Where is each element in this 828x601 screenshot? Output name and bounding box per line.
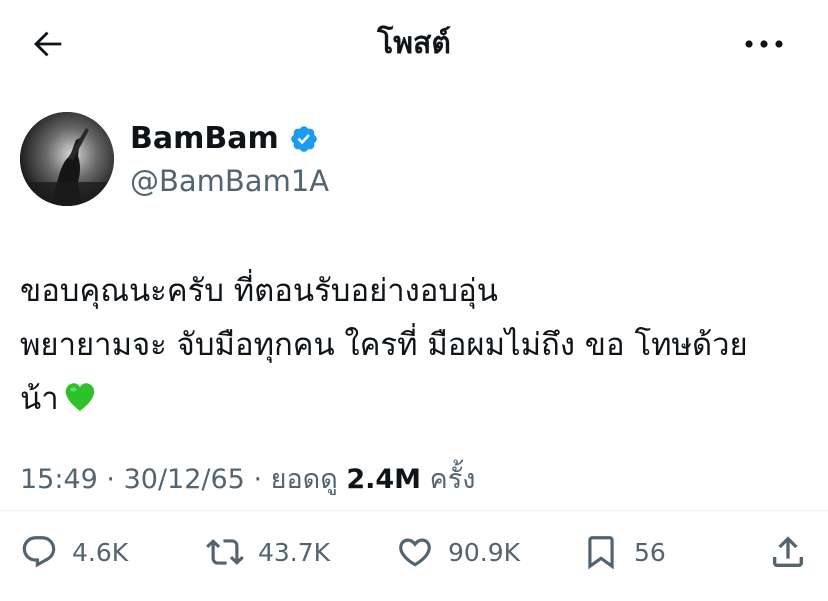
reply-button[interactable]: 4.6K (20, 526, 128, 578)
tweet-line: พยายามจะ จับมือทุกคน ใครที่ มือผมไม่ถึง … (20, 327, 748, 363)
bookmark-icon (588, 536, 614, 570)
repost-icon (206, 539, 244, 565)
tweet-date[interactable]: 30/12/65 (124, 464, 245, 495)
more-dots-icon (745, 40, 783, 48)
author-name-row[interactable]: BamBam (130, 118, 319, 160)
author-handle[interactable]: @BamBam1A (130, 160, 329, 202)
verified-badge-icon (289, 124, 319, 154)
author-display-name[interactable]: BamBam (130, 118, 279, 160)
reply-icon (22, 536, 56, 568)
page-title: โพสต์ (377, 26, 451, 61)
avatar-image (20, 112, 114, 206)
tweet-text: ขอบคุณนะครับ ที่ตอนรับอย่างอบอุ่น พยายาม… (20, 264, 820, 426)
meta-separator: · (253, 464, 263, 495)
bookmark-count: 56 (634, 537, 666, 567)
views-label: ยอดดู (270, 464, 338, 495)
meta-separator: · (106, 464, 115, 495)
heart-outline-icon (399, 538, 431, 567)
views-suffix: ครั้ง (429, 464, 476, 495)
bookmark-button[interactable]: 56 (582, 526, 666, 578)
tweet-line: ขอบคุณนะครับ ที่ตอนรับอย่างอบอุ่น (20, 273, 498, 309)
like-count: 90.9K (448, 537, 521, 567)
tweet-line-text: น้า (20, 381, 59, 417)
action-bar: 4.6K 43.7K 90.9K 56 (0, 526, 828, 578)
green-heart-icon (63, 380, 97, 414)
like-button[interactable]: 90.9K (396, 526, 520, 578)
repost-button[interactable]: 43.7K (206, 526, 330, 578)
avatar[interactable] (20, 112, 114, 206)
repost-count: 43.7K (258, 537, 331, 567)
tweet-meta: 15:49 · 30/12/65 · ยอดดู 2.4M ครั้ง (20, 460, 475, 500)
tweet-time[interactable]: 15:49 (20, 464, 98, 495)
share-icon (773, 536, 803, 567)
more-options-button[interactable] (742, 26, 786, 62)
views-count: 2.4M (346, 464, 422, 495)
reply-count: 4.6K (72, 537, 129, 567)
top-bar: โพสต์ (0, 0, 828, 88)
share-button[interactable] (768, 532, 808, 572)
tweet-line-last: น้า (20, 372, 820, 426)
divider (0, 510, 828, 511)
